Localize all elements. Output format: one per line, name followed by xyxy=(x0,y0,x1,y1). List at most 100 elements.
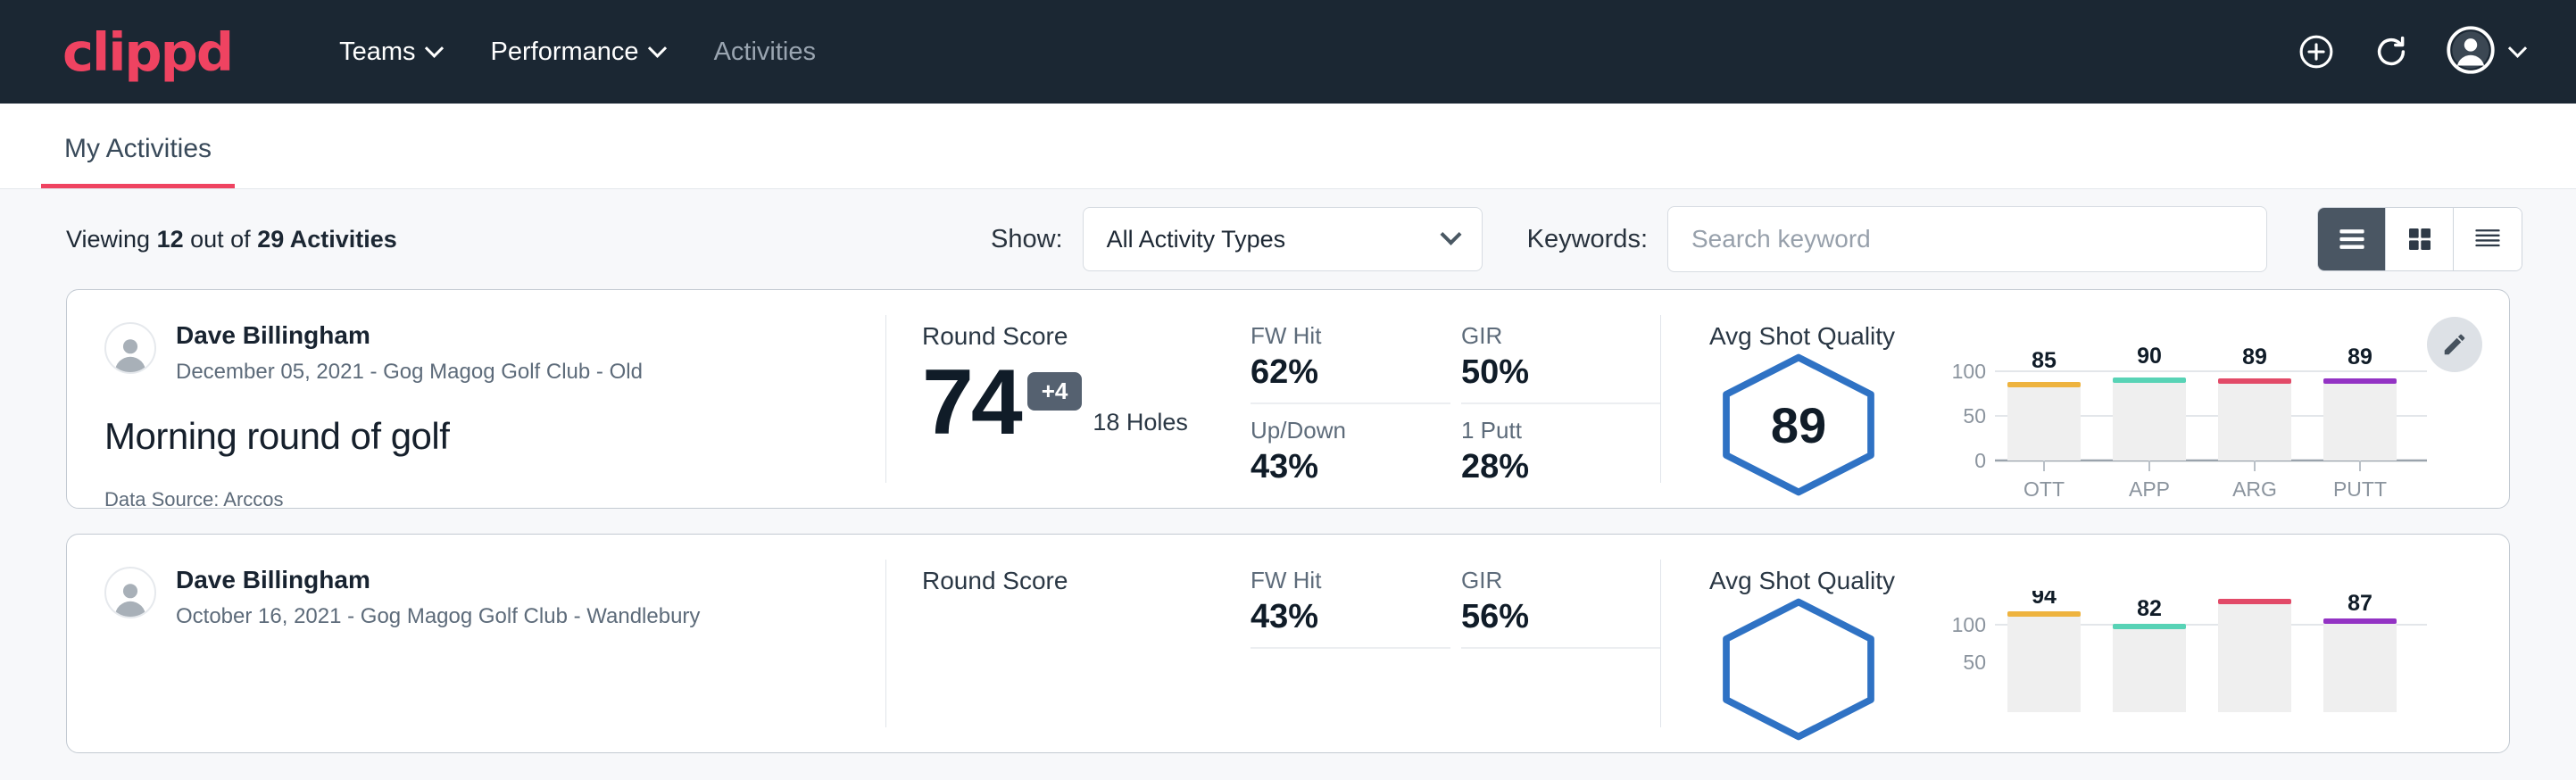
nav-item-activities[interactable]: Activities xyxy=(689,37,841,67)
compact-view-button[interactable] xyxy=(2454,208,2522,270)
nav-item-performance-label: Performance xyxy=(491,37,639,67)
avg-shot-quality-panel: Avg Shot Quality 100 50 94 xyxy=(1661,535,2509,752)
activity-card[interactable]: Dave Billingham December 05, 2021 - Gog … xyxy=(66,289,2510,509)
svg-text:100: 100 xyxy=(1952,360,1986,383)
stat-label: FW Hit xyxy=(1251,567,1415,594)
shot-quality-hexagon xyxy=(1709,598,1888,741)
svg-text:APP: APP xyxy=(2129,477,2170,501)
activity-meta: October 16, 2021 - Gog Magog Golf Club -… xyxy=(176,604,700,629)
round-score-row: 74 +4 18 Holes xyxy=(922,356,1243,449)
activity-stats: FW Hit 62% GIR 50% Up/Down 43% 1 Putt 28… xyxy=(1243,290,1661,508)
activity-list: Dave Billingham December 05, 2021 - Gog … xyxy=(0,289,2576,753)
filter-controls: Show: All Activity Types Keywords: xyxy=(991,206,2522,272)
search-input[interactable] xyxy=(1667,206,2267,272)
stat-label: 1 Putt xyxy=(1461,417,1625,444)
shot-quality-bar-chart: 100 50 94 82 106 87 xyxy=(1938,591,2438,752)
account-avatar-icon xyxy=(2447,26,2495,79)
chevron-down-icon xyxy=(647,38,666,57)
svg-text:ARG: ARG xyxy=(2232,477,2277,501)
viewing-mid: out of xyxy=(184,226,258,253)
score-to-par-badge: +4 xyxy=(1027,372,1083,411)
shot-quality-value: 89 xyxy=(1709,353,1888,496)
refresh-icon[interactable] xyxy=(2372,32,2411,71)
svg-text:50: 50 xyxy=(1963,404,1986,427)
viewing-count: 12 xyxy=(157,226,184,253)
stat-fw-hit: FW Hit 62% xyxy=(1251,322,1450,404)
svg-text:94: 94 xyxy=(2032,591,2057,609)
stat-value: 43% xyxy=(1251,598,1415,636)
svg-text:87: 87 xyxy=(2347,591,2372,616)
activity-info: Dave Billingham October 16, 2021 - Gog M… xyxy=(67,535,886,752)
activity-info: Dave Billingham December 05, 2021 - Gog … xyxy=(67,290,886,508)
round-score-label: Round Score xyxy=(922,567,1243,595)
stat-value: 28% xyxy=(1461,448,1625,486)
grid-view-button[interactable] xyxy=(2386,208,2454,270)
activity-author: Dave Billingham December 05, 2021 - Gog … xyxy=(104,322,886,385)
account-menu[interactable] xyxy=(2447,26,2524,79)
primary-nav: Teams Performance Activities xyxy=(314,37,841,67)
tab-my-activities[interactable]: My Activities xyxy=(41,134,235,188)
activity-type-value: All Activity Types xyxy=(1107,226,1286,253)
nav-item-teams[interactable]: Teams xyxy=(314,37,465,67)
svg-text:PUTT: PUTT xyxy=(2333,477,2387,501)
stat-value: 50% xyxy=(1461,353,1625,392)
stat-label: Up/Down xyxy=(1251,417,1415,444)
avatar xyxy=(104,322,156,374)
stat-value: 43% xyxy=(1251,448,1415,486)
svg-text:89: 89 xyxy=(2347,346,2372,369)
svg-text:82: 82 xyxy=(2137,596,2162,621)
chevron-down-icon xyxy=(2508,38,2527,57)
chevron-down-icon xyxy=(1440,223,1461,245)
stat-1-putt: 1 Putt 28% xyxy=(1461,417,1661,486)
svg-text:0: 0 xyxy=(1974,449,1986,472)
keywords-label: Keywords: xyxy=(1527,225,1648,254)
svg-text:50: 50 xyxy=(1963,651,1986,674)
round-score-panel: Round Score 74 +4 18 Holes xyxy=(886,290,1243,508)
svg-text:85: 85 xyxy=(2032,348,2057,373)
author-name: Dave Billingham xyxy=(176,322,643,350)
svg-text:OTT: OTT xyxy=(2023,477,2065,501)
viewing-count-text: Viewing 12 out of 29 Activities xyxy=(66,226,397,253)
viewing-suffix: Activities xyxy=(284,226,397,253)
stat-gir: GIR 50% xyxy=(1461,322,1661,404)
brand-logo[interactable]: clippd xyxy=(62,26,232,79)
svg-text:90: 90 xyxy=(2137,346,2162,369)
stat-value: 62% xyxy=(1251,353,1415,392)
viewing-total: 29 xyxy=(257,226,284,253)
activity-type-select[interactable]: All Activity Types xyxy=(1083,207,1483,271)
activity-data-source: Data Source: Arccos xyxy=(104,488,886,511)
view-mode-toggle xyxy=(2317,207,2522,271)
nav-item-teams-label: Teams xyxy=(339,37,415,67)
avg-shot-quality-body: 89 100 50 0 85 xyxy=(1709,351,2509,508)
svg-text:106: 106 xyxy=(2236,591,2273,595)
nav-item-performance[interactable]: Performance xyxy=(466,37,689,67)
chevron-down-icon xyxy=(424,38,443,57)
shot-quality-hexagon: 89 xyxy=(1709,353,1888,496)
svg-text:89: 89 xyxy=(2242,346,2267,369)
edit-activity-button[interactable] xyxy=(2427,317,2482,372)
svg-text:100: 100 xyxy=(1952,613,1986,636)
activity-stats: FW Hit 43% GIR 56% xyxy=(1243,535,1661,752)
round-score-panel: Round Score xyxy=(886,535,1243,752)
stat-up-down: Up/Down 43% xyxy=(1251,417,1450,486)
avatar xyxy=(104,567,156,618)
show-label: Show: xyxy=(991,225,1063,254)
stat-fw-hit: FW Hit 43% xyxy=(1251,567,1450,649)
shot-quality-value xyxy=(1709,598,1888,741)
nav-item-activities-label: Activities xyxy=(714,37,816,67)
list-view-button[interactable] xyxy=(2318,208,2386,270)
activity-card[interactable]: Dave Billingham October 16, 2021 - Gog M… xyxy=(66,534,2510,753)
stat-label: FW Hit xyxy=(1251,322,1415,350)
stat-value: 56% xyxy=(1461,598,1625,636)
stat-gir: GIR 56% xyxy=(1461,567,1661,649)
filter-toolbar: Viewing 12 out of 29 Activities Show: Al… xyxy=(0,189,2576,289)
top-navbar: clippd Teams Performance Activities xyxy=(0,0,2576,104)
stat-label: GIR xyxy=(1461,322,1625,350)
plus-circle-icon[interactable] xyxy=(2297,32,2336,71)
navbar-actions xyxy=(2297,26,2524,79)
holes-label: 18 Holes xyxy=(1093,409,1188,436)
stat-label: GIR xyxy=(1461,567,1625,594)
shot-quality-bar-chart: 100 50 0 85 OTT xyxy=(1938,346,2438,508)
avg-shot-quality-body: 100 50 94 82 106 87 xyxy=(1709,595,2509,752)
avg-shot-quality-panel: Avg Shot Quality 89 100 50 0 xyxy=(1661,290,2509,508)
